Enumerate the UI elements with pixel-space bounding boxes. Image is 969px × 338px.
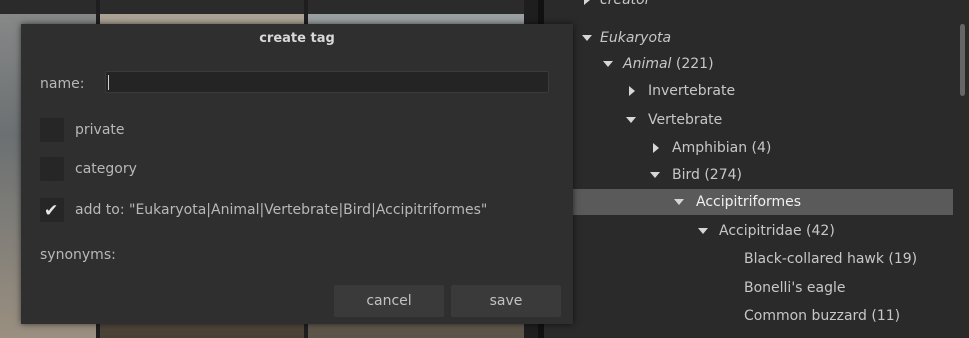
collapse-arrow-icon[interactable]	[582, 35, 592, 41]
tree-row-accipitriformes[interactable]: Accipitriformes	[544, 189, 953, 215]
thumbnail-header	[308, 0, 524, 14]
private-label: private	[75, 122, 125, 138]
thumbnail-header	[0, 0, 96, 14]
checkmark-icon: ✔	[44, 201, 59, 221]
tree-row-bird[interactable]: Bird (274)	[544, 162, 953, 188]
tree-row-label: Black-collared hawk (19)	[744, 251, 918, 267]
tree-row-creator[interactable]: creator	[544, 0, 953, 13]
tree-row-eukaryota[interactable]: Eukaryota	[544, 25, 953, 51]
tree-scrollbar[interactable]	[960, 24, 965, 96]
private-checkbox[interactable]	[40, 118, 64, 142]
tree-row-label: creator	[600, 0, 651, 8]
tree-row-label: Amphibian (4)	[672, 140, 772, 156]
tree-row-label: Eukaryota	[600, 30, 672, 46]
thumbnail-header	[100, 0, 304, 14]
category-checkbox[interactable]	[40, 157, 64, 181]
tree-row-label: Animal (221)	[623, 56, 714, 72]
expand-arrow-icon[interactable]	[653, 143, 659, 153]
name-input[interactable]	[105, 71, 549, 93]
tree-row-label: Accipitriformes	[696, 194, 802, 210]
add-to-label: add to: "Eukaryota|Animal|Vertebrate|Bir…	[75, 202, 488, 218]
tree-row-label: Accipitridae (42)	[719, 223, 835, 239]
synonyms-label: synonyms:	[40, 247, 116, 263]
add-to-checkbox[interactable]: ✔	[40, 198, 64, 222]
create-tag-dialog: create tag name: private category ✔ add …	[21, 24, 573, 324]
tree-row-vertebrate[interactable]: Vertebrate	[544, 107, 953, 133]
tree-row-label: Vertebrate	[648, 112, 723, 128]
tree-row-accipitridae[interactable]: Accipitridae (42)	[544, 218, 953, 244]
tag-tree-panel: creator Eukaryota Animal (221) Invertebr…	[544, 0, 969, 338]
expand-arrow-icon[interactable]	[629, 86, 635, 96]
tree-row-animal[interactable]: Animal (221)	[544, 51, 953, 77]
tree-row-bonellis-eagle[interactable]: Bonelli's eagle	[544, 275, 953, 301]
tree-row-label: Invertebrate	[648, 83, 736, 99]
tree-row-label: Bonelli's eagle	[744, 280, 846, 296]
category-label: category	[75, 161, 137, 177]
text-caret	[108, 75, 109, 90]
tree-row-invertebrate[interactable]: Invertebrate	[544, 78, 953, 104]
collapse-arrow-icon[interactable]	[650, 172, 660, 178]
tree-row-label: Common buzzard (11)	[744, 308, 901, 324]
expand-arrow-icon[interactable]	[584, 0, 590, 5]
tree-row-label: Bird (274)	[672, 167, 742, 183]
cancel-button[interactable]: cancel	[334, 285, 444, 317]
tree-row-black-collared-hawk[interactable]: Black-collared hawk (19)	[544, 246, 953, 272]
name-label: name:	[40, 76, 85, 92]
tree-row-amphibian[interactable]: Amphibian (4)	[544, 135, 953, 161]
save-button[interactable]: save	[451, 285, 561, 317]
collapse-arrow-icon[interactable]	[674, 199, 684, 205]
collapse-arrow-icon[interactable]	[603, 61, 613, 67]
collapse-arrow-icon[interactable]	[698, 228, 708, 234]
dialog-title: create tag	[259, 31, 335, 46]
tree-row-common-buzzard[interactable]: Common buzzard (11)	[544, 303, 953, 329]
collapse-arrow-icon[interactable]	[626, 117, 636, 123]
